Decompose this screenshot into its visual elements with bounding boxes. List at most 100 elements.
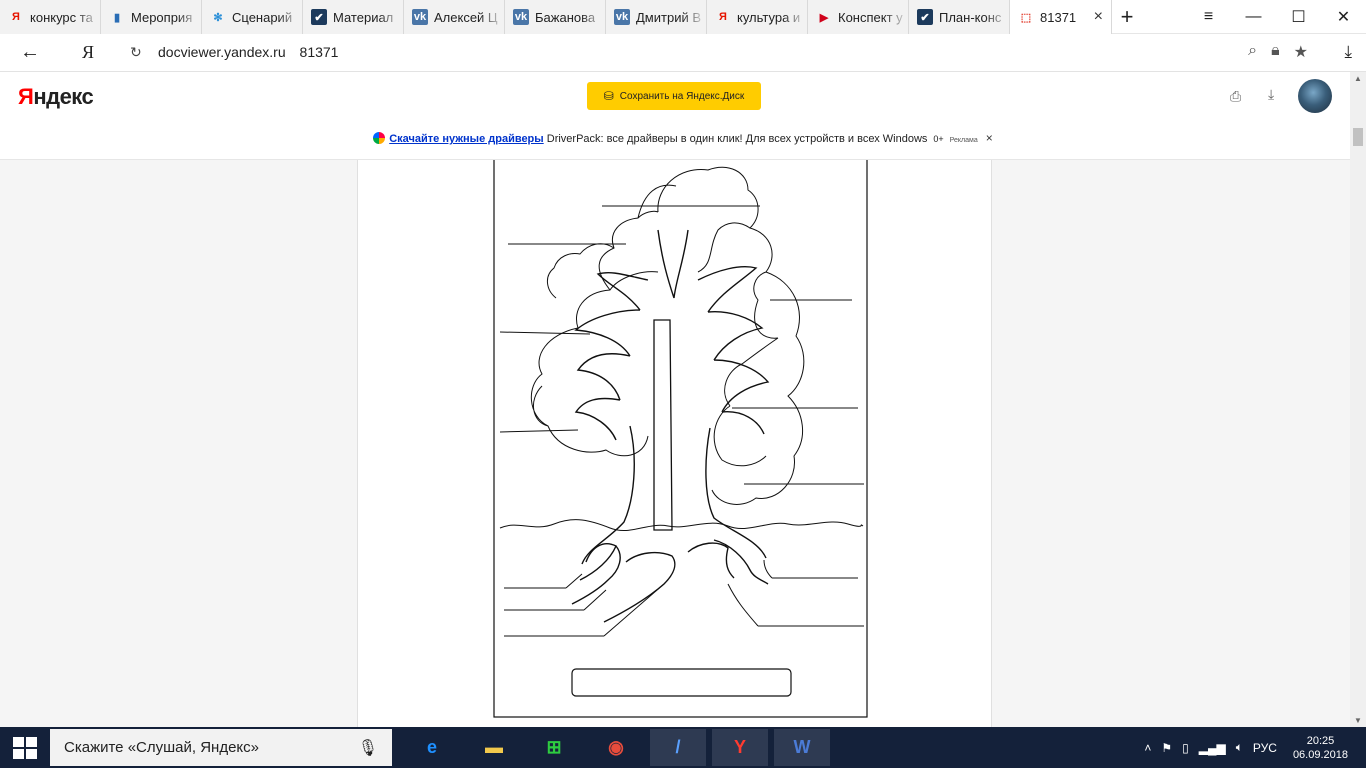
tab-title: Дмитрий В [636,9,701,25]
yandex-browser-icon[interactable]: Я [82,42,94,63]
menu-icon[interactable]: ≡ [1186,0,1231,34]
scroll-down-icon[interactable]: ▼ [1354,716,1362,725]
volume-icon[interactable]: 🔈︎ [1236,740,1243,755]
video-icon: ▶ [819,11,829,24]
battery-icon[interactable]: ▯ [1182,741,1189,755]
tab-title: Сценарий [232,9,293,25]
docviewer-header: Яндекс ⛁ Сохранить на Яндекс.Диск ⎙ ⤓ Ск… [0,72,1366,160]
document-viewer [0,160,1350,727]
windows-taskbar: Скажите «Слушай, Яндекс» 🎙︎ e ▬ ⊞ ◉ / Y … [0,727,1366,768]
logo-rest: ндекс [33,84,94,109]
reload-icon[interactable]: ↻ [130,44,142,61]
bookmark-star-icon[interactable]: ★ [1294,42,1308,62]
store-icon[interactable]: ⊞ [526,729,582,766]
ie-icon[interactable]: e [404,729,460,766]
snowflake-icon: ✻ [213,11,223,24]
ad-close-icon[interactable]: × [986,131,993,145]
browser-tab[interactable]: vk Бажанова [505,0,606,34]
maximize-icon[interactable]: ☐ [1276,0,1321,34]
tab-close-icon[interactable]: × [1094,8,1103,26]
ground-line [499,519,864,532]
scroll-up-icon[interactable]: ▲ [1354,74,1362,83]
crown-outline [530,166,805,505]
download-icon[interactable]: ⤓ [1268,86,1274,103]
ad-link[interactable]: Скачайте нужные драйверы [389,133,543,145]
tab-title: Бажанова [535,9,596,25]
browser-tab[interactable]: ✻ Сценарий [202,0,303,34]
browser-tab[interactable]: ▮ Мероприя [101,0,202,34]
page-scrollbar[interactable]: ▲ ▼ [1350,72,1366,727]
url-page-title: 81371 [299,44,339,60]
browser-tab[interactable]: vk Дмитрий В [606,0,707,34]
caption-box [571,668,792,697]
address-actions: ⌕ 🔒︎ ★ [1248,42,1308,62]
microphone-icon[interactable]: 🎙︎ [358,738,378,758]
tree-diagram [493,160,868,718]
pdf-icon: ⬚ [1020,11,1032,24]
app-icon[interactable]: / [650,729,706,766]
browser-tab[interactable]: ⬚ 81371 × [1010,0,1112,34]
browser-tab[interactable]: ▶ Конспект у [808,0,909,34]
chrome-icon[interactable]: ◉ [588,729,644,766]
book-icon: ▮ [113,11,121,24]
yandex-browser-taskbar-icon[interactable]: Y [712,729,768,766]
window-controls: ≡ — ☐ ✕ [1186,0,1366,34]
url-host: docviewer.yandex.ru [158,44,286,60]
trunk-slot [653,319,673,531]
ad-label: Реклама [949,137,978,144]
tab-strip: Яконкурс та ▮ Мероприя ✻ Сценарий ✔ Материал vk… [0,0,1366,34]
ad-text: DriverPack: все драйверы в один клик! Дл… [543,133,928,145]
print-icon[interactable]: ⎙ [1230,88,1241,105]
back-button[interactable]: ← [20,41,40,64]
tab-list: Яконкурс та ▮ Мероприя ✻ Сценарий ✔ Материал vk… [0,0,1112,34]
browser-tab[interactable]: ✔ Материал [303,0,404,34]
system-tray: ˄ ⚑ ▯ ▂▄▆ 🔈︎ РУС 20:25 06.09.2018 [1144,727,1366,768]
avatar[interactable] [1298,79,1332,113]
scroll-thumb[interactable] [1353,128,1363,146]
ad-banner: Скачайте нужные драйверы DriverPack: все… [0,131,1366,145]
close-icon[interactable]: ✕ [1321,0,1366,34]
clock-date: 06.09.2018 [1292,748,1348,761]
tab-title: План-конс [939,9,1002,25]
downloads-icon[interactable]: ⤓ [1344,42,1352,62]
vk-icon: vk [412,9,428,25]
save-to-disk-label: Сохранить на Яндекс.Диск [619,90,745,102]
search-icon[interactable]: ⌕ [1248,42,1257,62]
check-icon: ✔ [311,9,327,25]
logo-ya: Я [18,84,34,109]
explorer-icon[interactable]: ▬ [466,729,522,766]
ad-age: 0+ [933,134,944,144]
browser-tab[interactable]: Яконкурс та [0,0,101,34]
tab-title: культура и [737,9,801,25]
browser-tab[interactable]: ✔ План-конс [909,0,1010,34]
browser-tab[interactable]: Якультура и [707,0,808,34]
yandex-icon: Я [719,11,727,23]
language-indicator[interactable]: РУС [1253,741,1277,755]
word-icon[interactable]: W [774,729,830,766]
tab-title: Материал [333,9,394,25]
document-page [357,160,992,727]
flag-icon[interactable]: ⚑ [1161,741,1172,755]
url-field[interactable]: docviewer.yandex.ru 81371 [158,44,338,60]
network-icon[interactable]: ▂▄▆ [1199,741,1226,755]
windows-icon [13,736,37,759]
save-to-disk-button[interactable]: ⛁ Сохранить на Яндекс.Диск [587,82,761,110]
check-icon: ✔ [917,9,933,25]
trunk-outline [581,229,767,565]
cortana-search[interactable]: Скажите «Слушай, Яндекс» 🎙︎ [50,729,392,766]
start-button[interactable] [0,727,50,768]
disk-icon: ⛁ [603,89,614,103]
address-bar: ← Я ↻ docviewer.yandex.ru 81371 ⌕ 🔒︎ ★ ⤓ [0,34,1366,72]
tab-title: конкурс та [30,9,93,25]
yandex-logo[interactable]: Яндекс [18,84,94,110]
search-placeholder: Скажите «Слушай, Яндекс» [64,739,259,756]
label-lines [499,205,864,637]
tray-chevron-icon[interactable]: ˄ [1144,741,1151,755]
minimize-icon[interactable]: — [1231,0,1276,34]
browser-tab[interactable]: vk Алексей Ц [404,0,505,34]
clock[interactable]: 20:25 06.09.2018 [1293,734,1348,762]
driverpack-icon [373,132,386,144]
lock-icon[interactable]: 🔒︎ [1271,42,1280,62]
tab-title: Конспект у [838,9,903,25]
new-tab-button[interactable]: + [1112,0,1142,34]
